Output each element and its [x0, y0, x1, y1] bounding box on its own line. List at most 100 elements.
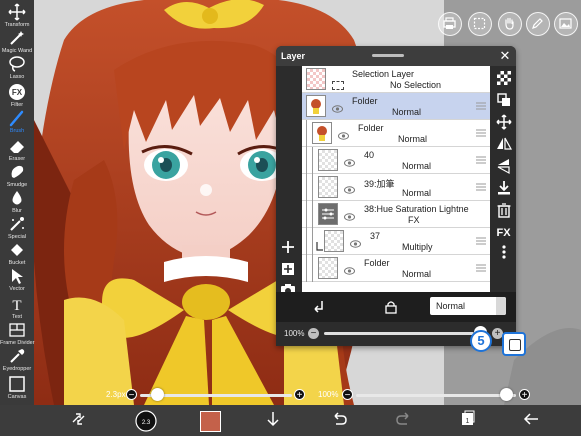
print-icon: [443, 17, 456, 29]
eye-icon[interactable]: [344, 267, 355, 275]
pen-button[interactable]: [526, 12, 550, 36]
color-swatch-button[interactable]: [199, 410, 221, 432]
add-layer-button[interactable]: [279, 238, 297, 256]
reorder-handle-icon[interactable]: [476, 102, 486, 110]
tool-special[interactable]: Special: [0, 212, 34, 240]
tool-eyedropper[interactable]: Eyedropper: [0, 344, 34, 372]
layers-button[interactable]: 1: [457, 410, 479, 432]
fx-icon: FX: [9, 84, 25, 100]
brush-opacity-increase-button[interactable]: +: [519, 389, 530, 401]
clipping-toggle-icon[interactable]: [312, 300, 326, 314]
reorder-handle-icon[interactable]: [476, 129, 486, 137]
layer-list[interactable]: Selection Layer No Selection Folder Norm…: [302, 66, 490, 292]
layer-name: Folder: [364, 258, 390, 268]
down-arrow-icon: [267, 412, 279, 427]
svg-text:FX: FX: [12, 88, 23, 97]
layer-thumbnail: [306, 68, 326, 90]
tool-lasso[interactable]: Lasso: [0, 52, 34, 80]
back-button[interactable]: [520, 410, 542, 432]
brush-opacity-value: 100%: [318, 390, 339, 399]
tool-brush[interactable]: Brush: [0, 106, 34, 134]
layer-name: Selection Layer: [352, 69, 415, 79]
undo-button[interactable]: [328, 410, 350, 432]
drag-handle-icon[interactable]: [372, 54, 404, 57]
reorder-handle-icon[interactable]: [476, 237, 486, 245]
tool-blur[interactable]: Blur: [0, 186, 34, 214]
tool-filter[interactable]: FX Filter: [0, 80, 34, 108]
tool-transform[interactable]: Transform: [0, 0, 34, 28]
layer-panel-header[interactable]: Layer ✕: [276, 46, 516, 66]
hand-icon: [505, 17, 514, 30]
reorder-handle-icon[interactable]: [476, 183, 486, 191]
add-special-layer-button[interactable]: [279, 260, 297, 278]
layer-row-folder[interactable]: Folder Normal: [302, 93, 490, 120]
brush-preview-button[interactable]: 2.3: [135, 410, 157, 432]
brush-size-decrease-button[interactable]: −: [126, 389, 137, 401]
layer-opacity-slider[interactable]: [324, 332, 474, 335]
flip-vertical-button[interactable]: [494, 158, 513, 177]
lock-icon[interactable]: [384, 300, 398, 314]
pen-icon: [532, 18, 543, 29]
special-wand-icon: [10, 217, 24, 231]
eye-icon[interactable]: [344, 213, 355, 221]
tool-bucket[interactable]: Bucket: [0, 238, 34, 266]
clipping-arrow-icon: [316, 242, 323, 251]
eye-icon[interactable]: [350, 240, 361, 248]
tool-vector[interactable]: Vector: [0, 264, 34, 292]
layer-row-fx[interactable]: 38:Hue Saturation Lightne FX: [302, 201, 490, 228]
brush-opacity-knob[interactable]: [500, 388, 513, 401]
folder-indent-line: [312, 174, 313, 201]
move-layer-button[interactable]: [494, 114, 513, 133]
layer-menu-highlight-button[interactable]: [502, 332, 526, 356]
close-button[interactable]: ✕: [497, 48, 513, 64]
brush-opacity-decrease-button[interactable]: −: [342, 389, 353, 401]
eye-icon[interactable]: [332, 105, 343, 113]
more-options-button[interactable]: [494, 244, 513, 263]
vertical-dots-icon: [501, 245, 506, 259]
reorder-handle-icon[interactable]: [476, 156, 486, 164]
eye-icon[interactable]: [344, 159, 355, 167]
tool-smudge[interactable]: Smudge: [0, 160, 34, 188]
brush-size-increase-button[interactable]: +: [294, 389, 305, 401]
merge-down-button[interactable]: [494, 180, 513, 199]
brush-opacity-slider[interactable]: [356, 394, 516, 397]
layer-thumbnail: [318, 176, 338, 198]
import-button[interactable]: [262, 410, 284, 432]
frame-divider-icon: [9, 323, 25, 337]
tool-eraser[interactable]: Eraser: [0, 134, 34, 162]
layer-fx-button[interactable]: FX: [494, 224, 513, 243]
hand-tool-button[interactable]: [498, 12, 522, 36]
copy-layer-button[interactable]: [494, 92, 513, 111]
redo-button[interactable]: [393, 410, 415, 432]
layer-mode: Normal: [402, 188, 432, 198]
eye-icon[interactable]: [344, 186, 355, 194]
tool-magic-wand[interactable]: Magic Wand: [0, 26, 34, 54]
tool-frame-divider[interactable]: Frame Divider: [0, 318, 35, 346]
transparency-lock-button[interactable]: [494, 70, 513, 89]
layer-row[interactable]: 37 Multiply: [302, 228, 490, 255]
layer-row-folder[interactable]: Folder Normal: [302, 255, 490, 282]
image-button[interactable]: [554, 12, 578, 36]
eye-icon[interactable]: [338, 132, 349, 140]
brush-size-knob[interactable]: [151, 388, 164, 401]
tool-canvas[interactable]: Canvas: [0, 372, 34, 400]
layer-row[interactable]: 40 Normal: [302, 147, 490, 174]
print-button[interactable]: [438, 12, 462, 36]
reorder-handle-icon[interactable]: [476, 264, 486, 272]
selection-button[interactable]: [468, 12, 492, 36]
delete-layer-button[interactable]: [494, 202, 513, 221]
blend-mode-dropdown[interactable]: Normal: [430, 297, 506, 315]
trash-icon: [497, 203, 510, 218]
layer-row-folder[interactable]: Folder Normal: [302, 120, 490, 147]
chevron-down-icon: [496, 297, 506, 315]
quick-action-button[interactable]: [68, 410, 90, 432]
flip-horizontal-icon: [496, 137, 512, 150]
opacity-decrease-button[interactable]: −: [308, 328, 319, 339]
layer-row[interactable]: 39:加筆 Normal: [302, 174, 490, 201]
flip-horizontal-button[interactable]: [494, 136, 513, 155]
tool-text[interactable]: T Text: [0, 292, 34, 320]
layer-row-selection[interactable]: Selection Layer No Selection: [302, 66, 490, 93]
tool-sidebar: Transform Magic Wand Lasso FX Filter Brush Era…: [0, 0, 35, 405]
layer-name: 39:加筆: [364, 179, 395, 189]
folder-indent-line: [312, 147, 313, 174]
